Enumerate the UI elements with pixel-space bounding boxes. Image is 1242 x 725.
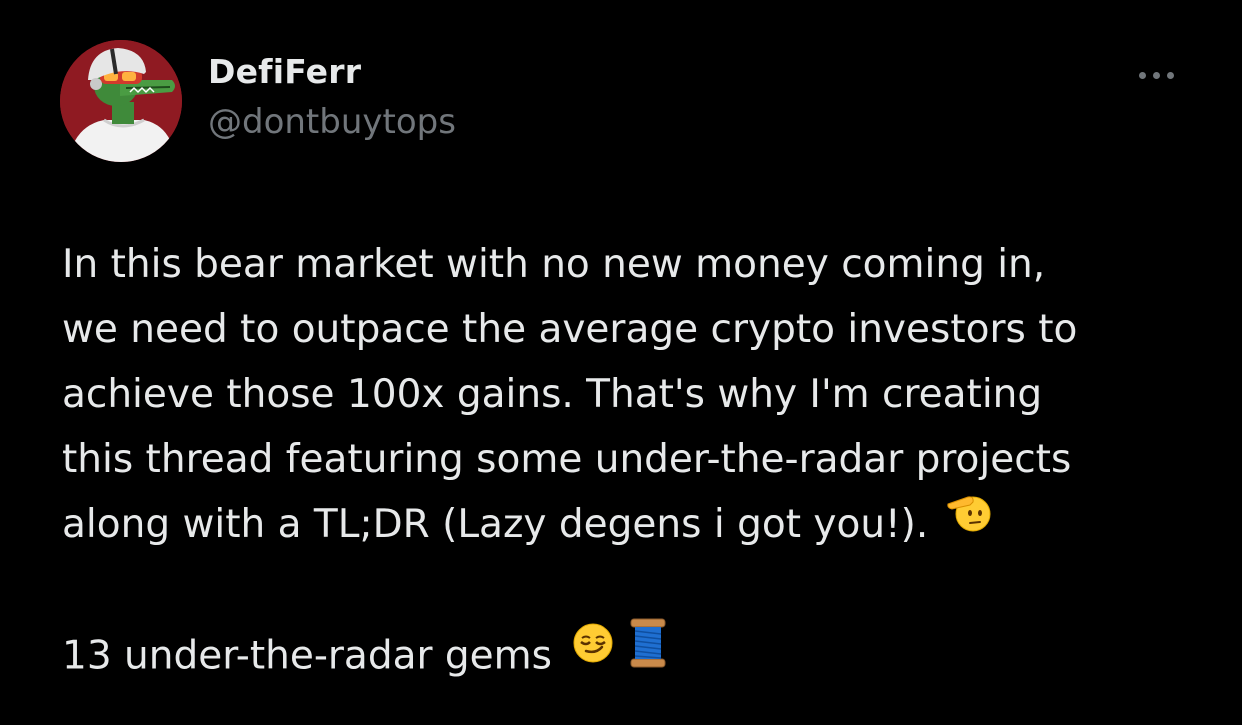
tweet-text-line: this thread featuring some under-the-rad… <box>62 437 1072 482</box>
tweet-text-line: 13 under-the-radar gems <box>62 633 552 679</box>
tweet-text-line: achieve those 100x gains. That's why I'm… <box>62 372 1043 417</box>
spool-of-thread-emoji-icon <box>628 617 668 689</box>
avatar[interactable] <box>60 40 182 162</box>
author-display-name[interactable]: DefiFerr <box>208 52 361 91</box>
more-options-button[interactable] <box>1126 58 1186 92</box>
more-options-icon <box>1135 71 1177 79</box>
tweet-text-line: we need to outpace the average crypto in… <box>62 307 1078 352</box>
tweet: DefiFerr @dontbuytops In this bear marke… <box>0 0 1242 725</box>
tweet-text: In this bear market with no new money co… <box>62 232 1202 687</box>
saluting-face-emoji-icon <box>946 489 992 555</box>
tweet-text-line: along with a TL;DR (Lazy degens i got yo… <box>62 502 929 547</box>
tweet-text-line-with-emoji: 13 under-the-radar gems <box>62 618 1202 687</box>
tweet-text-line-with-emoji: along with a TL;DR (Lazy degens i got yo… <box>62 492 1202 557</box>
smirking-face-emoji-icon <box>570 620 616 686</box>
tweet-text-line: In this bear market with no new money co… <box>62 242 1046 287</box>
avatar-image <box>60 40 182 162</box>
author-handle[interactable]: @dontbuytops <box>208 102 456 142</box>
